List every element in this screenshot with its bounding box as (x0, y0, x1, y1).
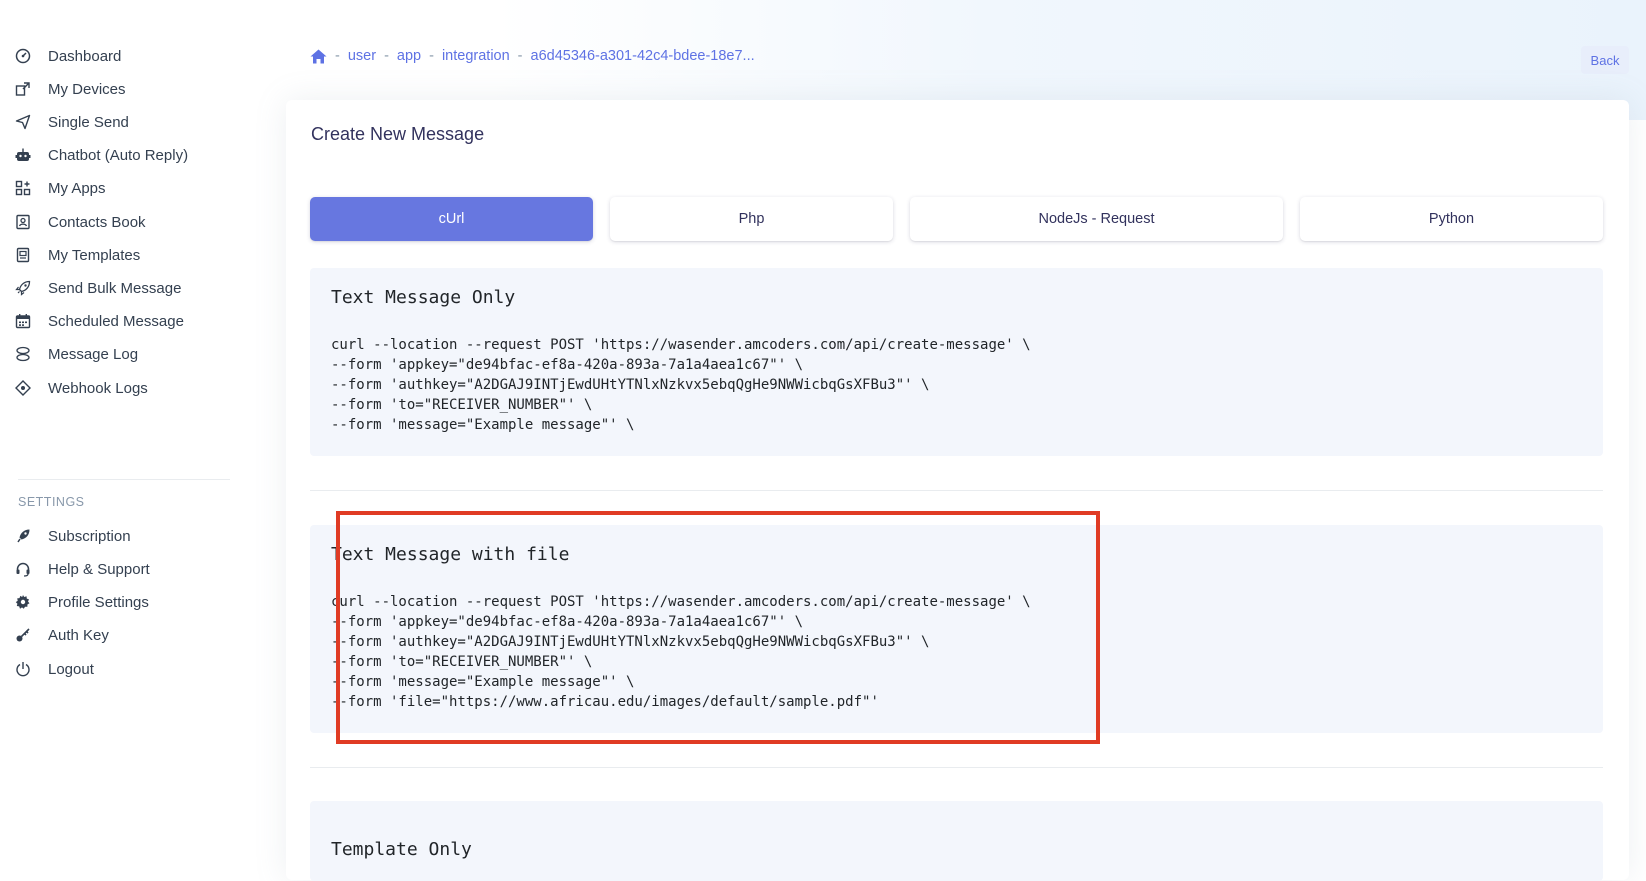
sidebar-item-profile-settings[interactable]: Profile Settings (14, 588, 149, 616)
sidebar-item-label: Single Send (48, 113, 129, 131)
power-icon (14, 660, 32, 678)
sidebar-item-help-support[interactable]: Help & Support (14, 555, 150, 583)
apps-icon (14, 179, 32, 197)
breadcrumb-integration[interactable]: integration (442, 48, 510, 64)
sidebar-item-label: Chatbot (Auto Reply) (48, 146, 189, 164)
code-block-template-only: Template Only (310, 801, 1603, 881)
sidebar-item-my-devices[interactable]: My Devices (14, 75, 126, 103)
template-icon (14, 246, 32, 264)
back-button[interactable]: Back (1581, 46, 1629, 74)
code-block-text-only: Text Message Only curl --location --requ… (310, 268, 1603, 456)
sidebar-item-scheduled-message[interactable]: Scheduled Message (14, 307, 184, 335)
breadcrumb-separator: - (517, 48, 523, 64)
headset-icon (14, 560, 32, 578)
sidebar-item-dashboard[interactable]: Dashboard (14, 42, 121, 70)
home-icon[interactable] (310, 49, 327, 64)
sidebar: Dashboard My Devices Single Send Chatbot… (0, 0, 250, 854)
code-block-title: Template Only (331, 839, 472, 860)
section-divider (310, 767, 1603, 768)
sidebar-item-label: Help & Support (48, 560, 150, 578)
robot-icon (14, 146, 32, 164)
sidebar-divider (18, 479, 230, 480)
sidebar-item-auth-key[interactable]: Auth Key (14, 621, 109, 649)
send-icon (14, 113, 32, 131)
breadcrumb-user[interactable]: user (348, 48, 376, 64)
tab-python[interactable]: Python (1300, 197, 1603, 241)
rocket-icon (14, 279, 32, 297)
sidebar-item-my-apps[interactable]: My Apps (14, 174, 106, 202)
breadcrumb: - user - app - integration - a6d45346-a3… (310, 48, 755, 64)
sidebar-item-label: Subscription (48, 527, 131, 545)
device-icon (14, 80, 32, 98)
tab-php[interactable]: Php (610, 197, 893, 241)
sidebar-item-label: Scheduled Message (48, 312, 184, 330)
sidebar-item-label: Logout (48, 660, 94, 678)
sidebar-item-label: Send Bulk Message (48, 279, 182, 297)
breadcrumb-separator: - (335, 48, 340, 64)
gear-icon (14, 593, 32, 611)
section-divider (310, 490, 1603, 491)
breadcrumb-separator: - (384, 48, 389, 64)
code-snippet[interactable]: curl --location --request POST 'https://… (331, 335, 1031, 435)
tab-curl[interactable]: cUrl (310, 197, 593, 241)
tab-nodejs-request[interactable]: NodeJs - Request (910, 197, 1283, 241)
breadcrumb-app[interactable]: app (397, 48, 421, 64)
sidebar-item-label: Contacts Book (48, 213, 146, 231)
sidebar-item-webhook-logs[interactable]: Webhook Logs (14, 374, 148, 402)
settings-heading: SETTINGS (18, 495, 85, 509)
sidebar-item-send-bulk-message[interactable]: Send Bulk Message (14, 274, 181, 302)
breadcrumb-separator: - (429, 48, 434, 64)
sidebar-item-message-log[interactable]: Message Log (14, 340, 138, 368)
page-title: Create New Message (311, 124, 485, 144)
sidebar-item-label: Dashboard (48, 47, 122, 65)
log-icon (14, 345, 32, 363)
breadcrumb-current: a6d45346-a301-42c4-bdee-18e7... (530, 48, 755, 64)
key-icon (14, 626, 32, 644)
sidebar-item-single-send[interactable]: Single Send (14, 108, 129, 136)
sidebar-item-logout[interactable]: Logout (14, 655, 94, 683)
sidebar-item-label: Auth Key (48, 626, 109, 644)
sidebar-item-subscription[interactable]: Subscription (14, 522, 131, 550)
sidebar-item-chatbot[interactable]: Chatbot (Auto Reply) (14, 141, 188, 169)
subscription-icon (14, 527, 32, 545)
sidebar-item-label: My Devices (48, 80, 126, 98)
highlight-box (336, 511, 1100, 744)
dashboard-icon (14, 47, 32, 65)
sidebar-item-contacts-book[interactable]: Contacts Book (14, 208, 146, 236)
sidebar-item-label: My Apps (48, 179, 106, 197)
code-block-title: Text Message Only (331, 287, 516, 308)
calendar-icon (14, 312, 32, 330)
sidebar-item-label: Profile Settings (48, 593, 149, 611)
contacts-icon (14, 213, 32, 231)
webhook-icon (14, 379, 32, 397)
sidebar-item-label: Message Log (48, 345, 139, 363)
sidebar-item-label: Webhook Logs (48, 379, 148, 397)
sidebar-item-my-templates[interactable]: My Templates (14, 241, 140, 269)
sidebar-item-label: My Templates (48, 246, 141, 264)
